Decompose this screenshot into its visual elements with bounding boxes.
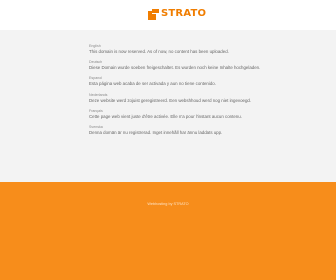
language-name: Deutsch — [89, 60, 103, 65]
language-message: This domain is now reserved. As of now, … — [89, 49, 229, 54]
language-name: Nederlands — [89, 92, 108, 97]
language-block-english: English This domain is now reserved. As … — [89, 44, 279, 54]
language-name: Français — [89, 108, 103, 113]
language-block-nederlands: Nederlands Deze website werd zojuist ger… — [89, 93, 279, 103]
strato-logo[interactable]: STRATO — [148, 8, 206, 20]
header: STRATO — [0, 0, 336, 30]
language-name: Svenska — [89, 125, 103, 130]
language-message: Diese Domain wurde soeben freigeschaltet… — [89, 65, 261, 71]
main-content: English This domain is now reserved. As … — [0, 30, 336, 182]
logo-text: STRATO — [161, 8, 207, 19]
language-block-deutsch: Deutsch Diese Domain wurde soeben freige… — [89, 60, 279, 70]
language-message: Denna domän är nu registrerad. Inget inn… — [89, 130, 223, 136]
strato-logo-icon — [148, 8, 159, 20]
footer: Webhosting by STRATO — [0, 182, 336, 280]
language-message: Cette page web vient juste d'être activé… — [89, 113, 242, 119]
language-block-espanol: Espanol Esta página web acaba de ser act… — [89, 76, 279, 86]
language-name: English — [89, 44, 101, 48]
language-message: Deze website werd zojuist geregistreerd.… — [89, 97, 252, 103]
language-block-svenska: Svenska Denna domän är nu registrerad. I… — [89, 125, 279, 135]
footer-link[interactable]: Webhosting by STRATO — [0, 202, 336, 207]
language-message: Esta página web acaba de ser activada y … — [89, 81, 216, 87]
page: STRATO English This domain is now reserv… — [0, 0, 336, 280]
language-block-francais: Français Cette page web vient juste d'êt… — [89, 109, 279, 119]
language-list: English This domain is now reserved. As … — [89, 44, 279, 141]
language-name: Espanol — [89, 76, 102, 81]
